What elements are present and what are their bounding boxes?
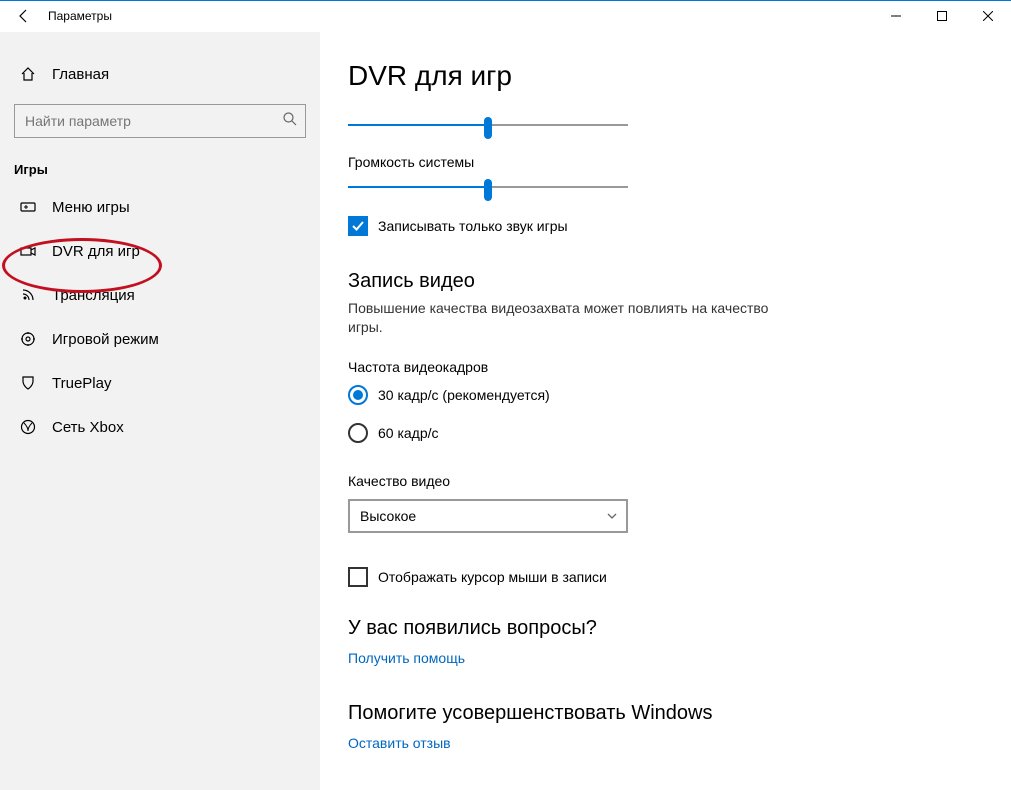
system-volume-label: Громкость системы [348,154,1011,170]
titlebar: Параметры [0,0,1011,32]
sidebar-item-label: Трансляция [52,287,135,304]
home-icon [18,66,38,82]
sidebar-item-game-mode[interactable]: Игровой режим [0,317,320,361]
sidebar-item-label: DVR для игр [52,243,140,260]
dvr-icon [18,243,38,259]
window-title: Параметры [48,9,112,23]
sidebar-item-game-dvr[interactable]: DVR для игр [0,229,320,273]
radio-label: 30 кадр/с (рекомендуется) [378,387,550,403]
page-title: DVR для игр [348,60,1011,92]
chevron-down-icon [606,510,618,522]
gamemode-icon [18,331,38,347]
minimize-button[interactable] [873,0,919,32]
maximize-icon [937,11,947,21]
arrow-left-icon [16,8,32,24]
feedback-link[interactable]: Оставить отзыв [348,735,451,751]
minimize-icon [891,11,901,21]
broadcast-icon [18,287,38,303]
slider-thumb[interactable] [484,179,492,201]
home-label: Главная [52,66,109,83]
trueplay-icon [18,375,38,391]
sidebar: Главная Игры Меню игры DVR для игр Транс… [0,32,320,790]
search-icon [282,111,298,127]
sidebar-item-label: Сеть Xbox [52,419,124,436]
checkbox-cursor[interactable] [348,567,368,587]
sidebar-item-label: Меню игры [52,199,130,216]
checkbox-game-audio-only[interactable] [348,216,368,236]
radio-button[interactable] [348,385,368,405]
select-value: Высокое [360,508,416,524]
sidebar-item-trueplay[interactable]: TruePlay [0,361,320,405]
radio-30fps[interactable]: 30 кадр/с (рекомендуется) [348,385,1011,405]
quality-label: Качество видео [348,473,1011,489]
checkbox-label: Записывать только звук игры [378,218,568,234]
home-nav[interactable]: Главная [0,54,320,94]
sidebar-item-xbox[interactable]: Сеть Xbox [0,405,320,449]
search-input[interactable] [14,104,306,138]
xbox-icon [18,419,38,435]
quality-select[interactable]: Высокое [348,499,628,533]
help-heading: У вас появились вопросы? [348,617,1011,640]
feedback-heading: Помогите усовершенствовать Windows [348,702,1011,725]
sidebar-item-label: Игровой режим [52,331,159,348]
close-icon [983,11,993,21]
slider-mic-volume[interactable] [348,114,628,136]
radio-60fps[interactable]: 60 кадр/с [348,423,1011,443]
back-button[interactable] [0,0,48,32]
checkbox-label: Отображать курсор мыши в записи [378,569,607,585]
category-header: Игры [14,162,320,177]
checkmark-icon [351,219,365,233]
fps-label: Частота видеокадров [348,359,1011,375]
slider-thumb[interactable] [484,117,492,139]
radio-button[interactable] [348,423,368,443]
sidebar-item-broadcast[interactable]: Трансляция [0,273,320,317]
sidebar-item-label: TruePlay [52,375,111,392]
help-link[interactable]: Получить помощь [348,650,465,666]
maximize-button[interactable] [919,0,965,32]
slider-system-volume[interactable] [348,176,628,198]
radio-label: 60 кадр/с [378,425,439,441]
video-section-desc: Повышение качества видеозахвата может по… [348,299,788,337]
sidebar-item-game-bar[interactable]: Меню игры [0,185,320,229]
close-button[interactable] [965,0,1011,32]
video-section-heading: Запись видео [348,270,1011,293]
main-content: DVR для игр Громкость системы Записывать… [320,32,1011,790]
game-bar-icon [18,199,38,215]
